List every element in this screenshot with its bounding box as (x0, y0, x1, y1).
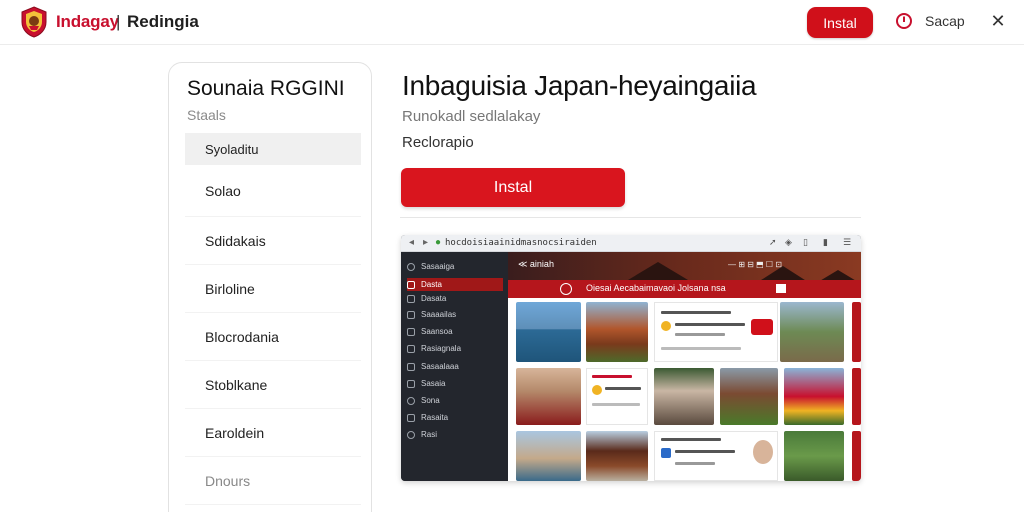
preview-side-item: Rasiagnala (407, 342, 503, 355)
info-card (654, 302, 778, 362)
photo-tile (780, 302, 844, 362)
badge-icon (592, 385, 602, 395)
badge-icon (661, 448, 671, 458)
forward-icon: ▸ (423, 237, 429, 248)
page-title: Inbaguisia Japan-heyaingaiia (402, 70, 757, 101)
preview-side-label: Rasi (421, 430, 438, 439)
preview-side-item: Sasaaiga (407, 260, 503, 273)
preview-side-label: Dasata (421, 294, 447, 303)
panel-item[interactable]: Solao (185, 165, 361, 217)
share-icon: ➚ (769, 237, 777, 247)
info-card (586, 368, 648, 425)
panel-item[interactable]: Blocrodania (185, 313, 361, 361)
preview-side-item: Saansoa (407, 325, 503, 338)
bookmark-icon: ▯ (803, 237, 808, 247)
lock-icon: ● (435, 237, 442, 248)
preview-side-label: Saansoa (421, 327, 453, 336)
chart-icon (407, 379, 415, 388)
brand-name[interactable]: Indagay (56, 12, 119, 32)
preview-side-label: Saaaailas (421, 310, 457, 319)
brand-subtitle: Redingia (127, 12, 199, 31)
preview-nav: ≪ ainiah (518, 259, 554, 269)
user-icon (407, 413, 415, 422)
panel-subtitle: Staals (187, 107, 226, 123)
left-panel: Sounaia RGGINI Staals Syoladitu Solao Sd… (168, 62, 372, 512)
panel-item[interactable]: Earoldein (185, 409, 361, 457)
extensions-icon: ▮ (823, 237, 828, 247)
preview-side-label: Sona (421, 396, 440, 405)
help-link[interactable]: Sacap (925, 13, 965, 29)
avatar (753, 440, 773, 464)
square-icon (776, 284, 786, 293)
photo-tile (852, 368, 861, 425)
preview-side-label: Sasaalaaa (421, 362, 459, 371)
preview-side-label: Sasaaiga (421, 262, 455, 271)
circle-info-icon[interactable] (895, 12, 913, 30)
preview-banner: Oiesai Aecabaimavaoi Jolsana nsa (508, 280, 861, 298)
preview-side-item: Sasaalaaa (407, 360, 503, 373)
photo-tile (784, 431, 844, 481)
preview-side-item: Dasata (407, 292, 503, 305)
panel-item[interactable]: Birloline (185, 265, 361, 313)
preview-side-label: Dasta (421, 280, 442, 289)
preview-side-item: Rasi (407, 428, 503, 441)
photo-tile (720, 368, 778, 425)
shield-icon: ◈ (785, 237, 792, 247)
divider (400, 217, 861, 218)
panel-item[interactable]: Dnours (185, 457, 361, 505)
publisher-link[interactable]: Reclorapio (402, 134, 474, 151)
page-subtitle: Runokadl sedlalakay (402, 108, 541, 125)
preview-side-item-active: Dasta (407, 278, 503, 291)
play-icon (560, 283, 572, 295)
panel-item[interactable]: Stoblkane (185, 361, 361, 409)
doc-icon (407, 327, 415, 336)
preview-side-label: Rasiagnala (421, 344, 462, 353)
photo-tile (586, 302, 648, 362)
photo-tile (654, 368, 714, 425)
panel-title: Sounaia RGGINI (187, 77, 345, 100)
menu-icon: ☰ (843, 237, 852, 247)
preview-sidebar: Sasaaiga Dasta Dasata Saaaailas Saansoa … (401, 252, 508, 481)
preview-side-label: Rasaita (421, 413, 449, 422)
circle-icon (407, 262, 415, 271)
preview-side-item: Sona (407, 394, 503, 407)
settings-icon (407, 430, 415, 439)
panel-list: Syoladitu Solao Sdidakais Birloline Bloc… (185, 133, 361, 505)
preview-hero-tools: — ⊞ ⊟ ⬒ ☐ ⊡ (728, 260, 782, 269)
close-icon[interactable]: ✕ (989, 10, 1007, 32)
photo-tile (586, 431, 648, 481)
photo-tile (784, 368, 844, 425)
badge-icon (661, 321, 671, 331)
folder-icon (407, 344, 415, 353)
top-bar: Indagay | Redingia Instal Sacap ✕ (0, 0, 1024, 45)
home-icon (407, 280, 415, 289)
preview-content (508, 298, 861, 481)
preview-side-item: Saaaailas (407, 308, 503, 321)
panel-item-active[interactable]: Syoladitu (185, 133, 361, 165)
photo-tile (516, 431, 581, 481)
preview-side-label: Sasaia (421, 379, 446, 388)
list-icon (407, 310, 415, 319)
grid-icon (407, 294, 415, 303)
action-icon (751, 319, 773, 335)
emblem-icon[interactable] (20, 6, 48, 38)
install-button[interactable]: Instal (807, 7, 873, 38)
address-bar: ◂ ▸ ● hocdoisiaainidmasnocsiraiden ➚ ◈ ▯… (401, 235, 861, 252)
brand-separator: | (116, 12, 121, 31)
photo-tile (852, 431, 861, 481)
back-icon: ◂ (409, 237, 415, 248)
preview-side-item: Sasaia (407, 377, 503, 390)
image-icon (407, 362, 415, 371)
preview-banner-text: Oiesai Aecabaimavaoi Jolsana nsa (586, 283, 726, 293)
panel-item[interactable]: Sdidakais (185, 217, 361, 265)
url-text: hocdoisiaainidmasnocsiraiden (445, 238, 597, 248)
preview-side-item: Rasaita (407, 411, 503, 424)
app-screenshot-preview[interactable]: ◂ ▸ ● hocdoisiaainidmasnocsiraiden ➚ ◈ ▯… (401, 235, 861, 481)
photo-tile (852, 302, 861, 362)
photo-tile (516, 368, 581, 425)
info-card (654, 431, 778, 481)
clock-icon (407, 396, 415, 405)
photo-tile (516, 302, 581, 362)
main-install-button[interactable]: Instal (401, 168, 625, 207)
